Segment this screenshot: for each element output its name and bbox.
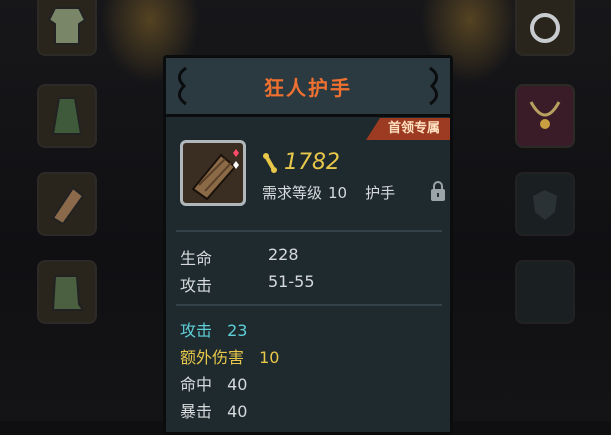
shield-icon [533,190,557,220]
gauntlet-icon [51,186,85,226]
divider [176,304,442,306]
stat-label-attack: 攻击 [180,276,213,295]
equip-slot-cloak[interactable] [37,84,97,148]
necklace-icon [529,101,561,129]
stat-label-hp: 生命 [180,249,213,268]
item-detail-panel: 狂人护手 首领专属 1782 需求等级 10 护手 生命 228 攻击 51-5… [163,55,453,435]
item-title: 狂人护手 [264,76,352,100]
bonus-stat-hit: 命中 40 [180,371,247,395]
equip-slot-empty-1[interactable] [515,172,575,236]
boss-exclusive-badge: 首领专属 [365,118,450,140]
ring-icon [530,13,560,43]
bonus-value: 40 [227,375,248,394]
bone-currency-icon [263,152,277,173]
title-bar: 狂人护手 [166,58,450,117]
cloak-icon [51,97,83,135]
armor-icon [47,7,87,45]
equip-slot-necklace[interactable] [515,84,575,148]
requirement-label: 需求等级 [262,184,323,202]
equip-slot-empty-2[interactable] [515,260,575,324]
equip-slot-ring[interactable] [515,0,575,56]
requirement-level: 10 [328,183,348,202]
bonus-value: 23 [227,321,248,340]
item-icon-frame[interactable] [180,140,246,206]
bonus-stat-extra-damage: 额外伤害 10 [180,344,279,368]
gauntlet-icon [191,149,239,201]
stat-value-attack: 51-55 [268,272,315,291]
slot-type: 护手 [365,184,396,202]
bonus-label: 命中 [180,375,213,394]
bonus-value: 10 [259,348,280,367]
bonus-label: 攻击 [180,321,213,340]
bonus-label: 暴击 [180,402,213,421]
equip-slot-gauntlet[interactable] [37,172,97,236]
requirement-row: 需求等级 10 护手 [262,182,395,203]
bonus-value: 40 [227,402,248,421]
bonus-label: 额外伤害 [180,348,245,367]
bonus-stat-crit: 暴击 40 [180,398,247,422]
divider [176,230,442,232]
bonus-stat-attack: 攻击 23 [180,317,247,341]
boots-icon [51,275,85,311]
stat-value-hp: 228 [268,245,299,264]
equip-slot-armor[interactable] [37,0,97,56]
lock-icon[interactable] [429,180,447,202]
price-row: 1782 [262,150,340,175]
item-price: 1782 [284,150,340,175]
equip-slot-boots[interactable] [37,260,97,324]
